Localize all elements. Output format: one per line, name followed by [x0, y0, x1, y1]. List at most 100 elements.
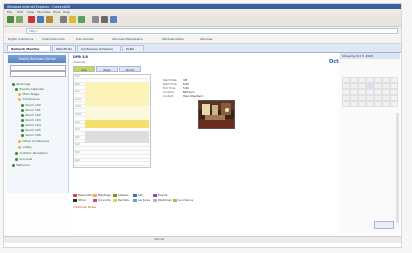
tab-dlba[interactable]: DLBA: [122, 45, 144, 51]
legend-item: Lectures: [133, 198, 150, 202]
legend-swatch: [133, 193, 137, 197]
legend-item: Events: [153, 193, 167, 197]
tree-item[interactable]: Room 104: [21, 123, 41, 127]
detail-label: Contact:: [163, 95, 174, 98]
tree-item[interactable]: Main Stage: [18, 92, 39, 96]
right-panel-header: Showing Oct 3, 2005: [340, 53, 400, 59]
link-item[interactable]: Digital Collections: [8, 37, 33, 41]
main-content: DPB 3/8 Calendar Day Week Month 7am 8am …: [70, 53, 338, 233]
page-subtitle: Calendar: [73, 60, 86, 64]
page-title: DPB 3/8: [73, 55, 89, 59]
toolbar: [4, 14, 401, 27]
mini-calendar-cell[interactable]: [350, 101, 358, 107]
right-panel: Showing Oct 3, 2005: [340, 53, 400, 233]
mini-calendar-cell[interactable]: [390, 101, 398, 107]
folder-icon: [15, 157, 18, 161]
tree-item[interactable]: Room 101: [21, 108, 41, 112]
legend-swatch: [173, 198, 177, 202]
tab-network-monitor[interactable]: Network Monitor: [7, 45, 51, 51]
tab-month[interactable]: Month: [119, 66, 141, 72]
panel-button[interactable]: [374, 221, 394, 229]
legend-item: Classes: [113, 193, 129, 197]
tree-item[interactable]: Bookings: [12, 82, 30, 86]
sidebar-filter-input[interactable]: [10, 71, 66, 77]
legend-swatch: [153, 193, 157, 197]
tree-item[interactable]: Room 103: [21, 118, 41, 122]
link-item[interactable]: Free Hotmail: [76, 37, 94, 41]
print-icon[interactable]: [101, 16, 108, 23]
tab-day[interactable]: Day: [73, 66, 95, 72]
tree-item[interactable]: Events Calendar: [15, 87, 44, 91]
favorites-icon[interactable]: [69, 16, 76, 23]
detail-value: Hans Shepherd: [183, 95, 203, 98]
tree-item[interactable]: Room 100: [21, 103, 41, 107]
link-item[interactable]: Windows Media: [162, 37, 184, 41]
tab-web-photo[interactable]: Web Photo: [52, 45, 76, 51]
folder-icon: [18, 145, 21, 149]
tab-strip: Network Monitor Web Photo Conference Sch…: [4, 44, 401, 53]
mini-calendar-cell[interactable]: [382, 101, 390, 107]
links-bar: Digital Collections Customize Links Free…: [4, 35, 401, 44]
link-item[interactable]: Windows Marketplace: [112, 37, 143, 41]
forward-icon[interactable]: [16, 16, 23, 23]
folder-icon: [15, 151, 18, 155]
tree-item[interactable]: Outdoor Reception: [15, 151, 48, 155]
mini-calendar-cell[interactable]: [366, 101, 374, 107]
mini-calendar-cell[interactable]: [374, 101, 382, 107]
refresh-icon[interactable]: [37, 16, 44, 23]
mail-icon[interactable]: [92, 16, 99, 23]
folder-icon: [18, 97, 21, 101]
tree-item[interactable]: Other Conference: [18, 139, 49, 143]
legend-item: Weddings: [153, 198, 172, 202]
event-block[interactable]: [85, 131, 149, 143]
browser-window: Windows Internet Explorer - ContentDM Fi…: [3, 3, 402, 248]
event-block[interactable]: [85, 120, 149, 128]
scrollbar[interactable]: [396, 113, 399, 223]
stop-icon[interactable]: [28, 16, 35, 23]
detail-label: End Time:: [163, 87, 176, 90]
edit-icon[interactable]: [110, 16, 117, 23]
event-block[interactable]: [85, 106, 149, 120]
mini-calendar-cell[interactable]: [342, 101, 350, 107]
detail-value: Ballroom: [183, 91, 195, 94]
legend-item: Meetings: [93, 193, 111, 197]
tree-item[interactable]: Room 105: [21, 128, 41, 132]
schedule-grid: 7am 8am 9am 10am 11am 12pm 1pm 2pm 3pm 4…: [73, 74, 151, 168]
legend-swatch: [113, 198, 117, 202]
link-item[interactable]: Customize Links: [42, 37, 65, 41]
legend: Reservations Meetings Classes Lab Events…: [73, 193, 313, 213]
legend-item: Recitals: [113, 198, 129, 202]
legend-item: Luncheons: [173, 198, 193, 202]
legend-swatch: [113, 193, 117, 197]
link-item[interactable]: Windows: [200, 37, 213, 41]
sidebar-title: Shelby Ballroom Rental: [8, 55, 66, 63]
back-icon[interactable]: [7, 16, 14, 23]
event-block[interactable]: [85, 82, 149, 106]
tree-item[interactable]: Grounds: [15, 157, 32, 161]
notes-link[interactable]: Additional Notes: [73, 205, 96, 209]
room-icon: [21, 118, 24, 122]
tree-item[interactable]: Conference: [18, 97, 40, 101]
address-input[interactable]: http://: [26, 28, 398, 35]
detail-label: Start Date:: [163, 79, 178, 82]
room-photo[interactable]: [198, 100, 235, 129]
legend-item: Other: [73, 198, 86, 202]
legend-swatch: [93, 193, 97, 197]
room-photo-image: [199, 101, 234, 128]
tab-conference-schedule[interactable]: Conference Schedule: [77, 45, 121, 51]
legend-swatch: [73, 198, 77, 202]
tab-week[interactable]: Week: [96, 66, 118, 72]
tree-item[interactable]: Lobby: [18, 145, 32, 149]
legend-swatch: [93, 198, 97, 202]
detail-label: Location:: [163, 91, 175, 94]
home-icon[interactable]: [46, 16, 53, 23]
folder-icon: [12, 163, 15, 167]
tree-item[interactable]: Room 102: [21, 113, 41, 117]
tree-item[interactable]: Ballroom: [12, 163, 30, 167]
legend-swatch: [133, 198, 137, 202]
history-icon[interactable]: [78, 16, 85, 23]
search-icon[interactable]: [60, 16, 67, 23]
tree-item[interactable]: Room 106: [21, 133, 41, 137]
mini-calendar-cell[interactable]: [358, 101, 366, 107]
window-title: Windows Internet Explorer - ContentDM: [7, 4, 71, 9]
